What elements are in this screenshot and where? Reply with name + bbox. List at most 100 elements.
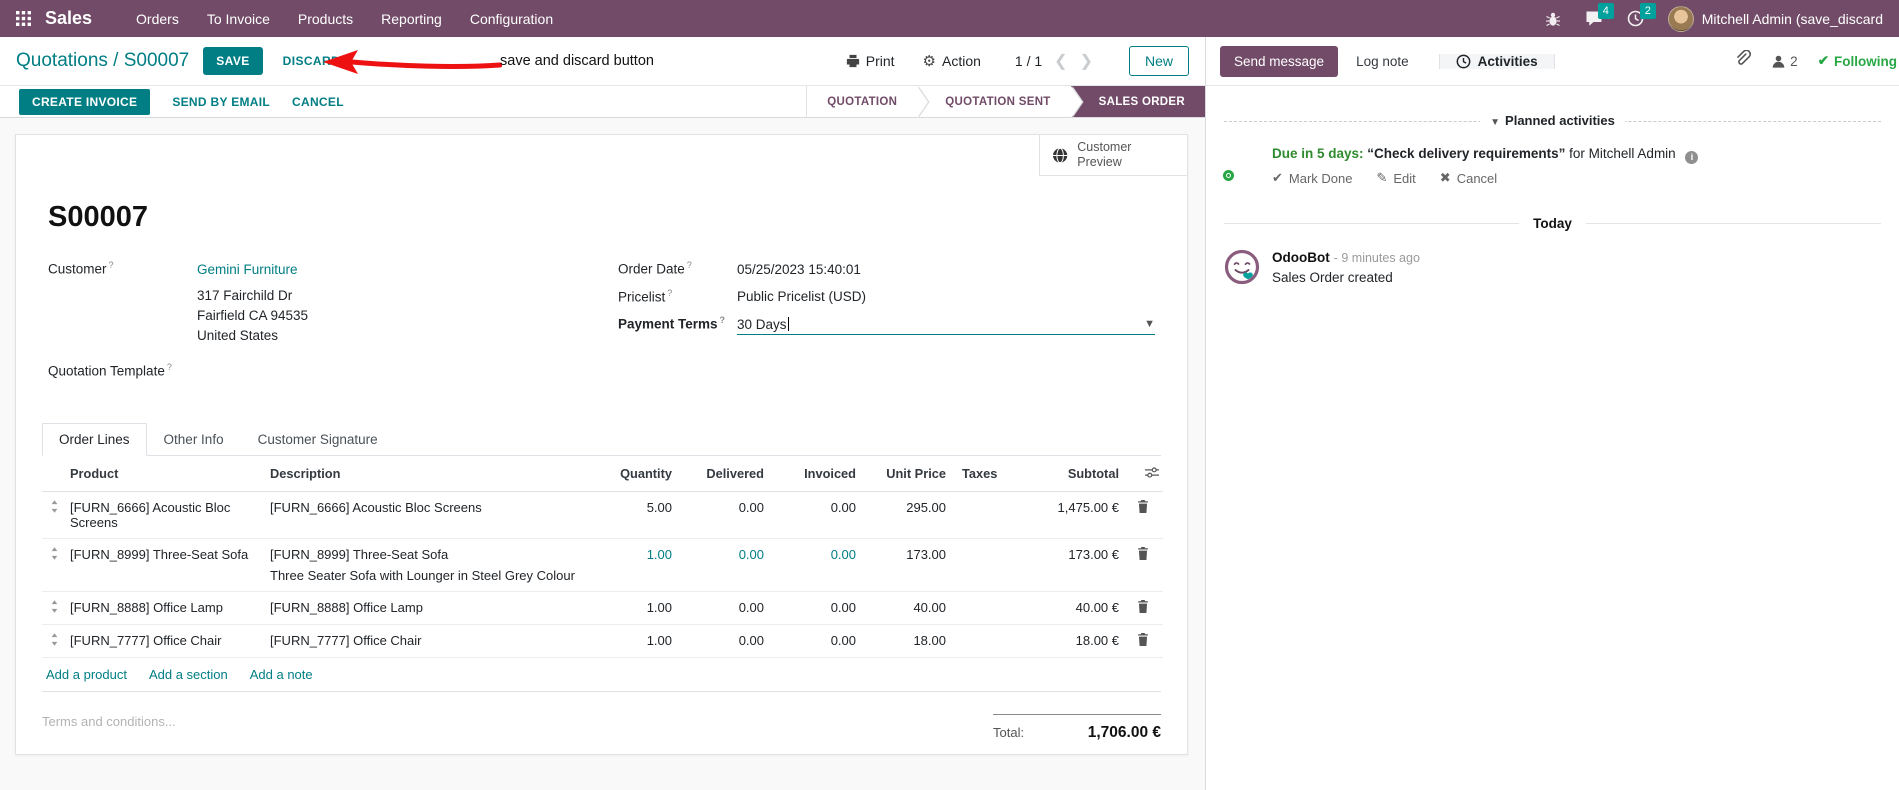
delete-row-icon[interactable] [1123, 591, 1163, 625]
info-icon[interactable]: i [1685, 151, 1699, 165]
cell-product[interactable]: [FURN_6666] Acoustic Bloc Screens [66, 491, 266, 539]
status-step-quotation[interactable]: QUOTATION [806, 86, 929, 118]
col-description[interactable]: Description [266, 456, 596, 492]
cell-quantity[interactable]: 1.00 [596, 538, 676, 592]
tab-customer-signature[interactable]: Customer Signature [241, 423, 395, 456]
following-button[interactable]: ✔ Following [1818, 53, 1897, 69]
cell-description[interactable]: [FURN_6666] Acoustic Bloc Screens [266, 491, 596, 539]
menu-products[interactable]: Products [284, 11, 367, 27]
cell-quantity[interactable]: 5.00 [596, 491, 676, 539]
cell-taxes[interactable] [950, 624, 1010, 658]
drag-handle-icon[interactable] [42, 491, 66, 539]
cancel-activity-button[interactable]: ✖ Cancel [1440, 170, 1497, 186]
cell-unit-price[interactable]: 173.00 [860, 538, 950, 592]
user-menu[interactable]: Mitchell Admin (save_discard [1667, 5, 1883, 32]
menu-reporting[interactable]: Reporting [367, 11, 456, 27]
cell-product[interactable]: [FURN_8888] Office Lamp [66, 591, 266, 625]
edit-activity-button[interactable]: ✎ Edit [1376, 170, 1415, 186]
messages-icon[interactable]: 4 [1585, 3, 1614, 27]
tab-order-lines[interactable]: Order Lines [42, 423, 147, 456]
send-message-button[interactable]: Send message [1220, 45, 1339, 77]
cell-taxes[interactable] [950, 591, 1010, 625]
col-subtotal[interactable]: Subtotal [1010, 456, 1123, 492]
col-unit-price[interactable]: Unit Price [860, 456, 950, 492]
debug-bug-icon[interactable] [1545, 11, 1561, 27]
cell-invoiced[interactable]: 0.00 [768, 491, 860, 539]
menu-configuration[interactable]: Configuration [456, 11, 567, 27]
cell-delivered[interactable]: 0.00 [676, 538, 768, 592]
table-row[interactable]: [FURN_8999] Three-Seat Sofa [FURN_8999] … [42, 538, 1163, 592]
new-button[interactable]: New [1128, 46, 1189, 76]
delete-row-icon[interactable] [1123, 624, 1163, 658]
record-name[interactable]: S00007 [48, 201, 1155, 234]
attach-files-button[interactable] [1734, 49, 1752, 72]
col-taxes[interactable]: Taxes [950, 456, 1010, 492]
cell-quantity[interactable]: 1.00 [596, 591, 676, 625]
cell-invoiced[interactable]: 0.00 [768, 591, 860, 625]
col-delivered[interactable]: Delivered [676, 456, 768, 492]
col-quantity[interactable]: Quantity [596, 456, 676, 492]
optional-columns-icon[interactable] [1145, 466, 1159, 482]
drag-handle-icon[interactable] [42, 591, 66, 625]
cell-invoiced[interactable]: 0.00 [768, 538, 860, 592]
delete-row-icon[interactable] [1123, 491, 1163, 539]
cell-invoiced[interactable]: 0.00 [768, 624, 860, 658]
status-step-sales-order[interactable]: SALES ORDER [1070, 86, 1205, 117]
cell-delivered[interactable]: 0.00 [676, 624, 768, 658]
pager-next-icon[interactable]: ❯ [1080, 51, 1093, 71]
drag-handle-icon[interactable] [42, 538, 66, 592]
cell-product[interactable]: [FURN_7777] Office Chair [66, 624, 266, 658]
add-a-note-link[interactable]: Add a note [250, 667, 313, 682]
table-row[interactable]: [FURN_8888] Office Lamp [FURN_8888] Offi… [42, 591, 1163, 625]
cell-delivered[interactable]: 0.00 [676, 591, 768, 625]
activities-clock-icon[interactable]: 2 [1627, 3, 1656, 27]
action-button[interactable]: ⚙ Action [923, 52, 981, 70]
cell-description[interactable]: [FURN_8888] Office Lamp [266, 591, 596, 625]
print-button[interactable]: Print [846, 53, 895, 69]
drag-handle-icon[interactable] [42, 624, 66, 658]
add-a-product-link[interactable]: Add a product [46, 667, 127, 682]
tab-other-info[interactable]: Other Info [147, 423, 241, 456]
message-author[interactable]: OdooBot [1272, 250, 1330, 265]
mark-done-button[interactable]: ✔ Mark Done [1272, 170, 1352, 186]
cell-description[interactable]: [FURN_8999] Three-Seat Sofa Three Seater … [266, 538, 596, 592]
menu-orders[interactable]: Orders [122, 11, 193, 27]
cell-taxes[interactable] [950, 538, 1010, 592]
table-row[interactable]: [FURN_7777] Office Chair [FURN_7777] Off… [42, 624, 1163, 658]
save-button[interactable]: SAVE [203, 47, 263, 75]
address-line-3: United States [197, 327, 279, 343]
pager-previous-icon[interactable]: ❮ [1054, 51, 1067, 71]
cell-product[interactable]: [FURN_8999] Three-Seat Sofa [66, 538, 266, 592]
log-note-button[interactable]: Log note [1342, 46, 1423, 77]
cell-delivered[interactable]: 0.00 [676, 491, 768, 539]
customer-preview-button[interactable]: Customer Preview [1039, 135, 1187, 176]
cancel-button[interactable]: CANCEL [292, 95, 344, 109]
cell-quantity[interactable]: 1.00 [596, 624, 676, 658]
pricelist-value[interactable]: Public Pricelist (USD) [737, 289, 866, 304]
menu-to-invoice[interactable]: To Invoice [193, 11, 284, 27]
chevron-down-icon[interactable]: ▼ [1144, 318, 1155, 330]
add-a-section-link[interactable]: Add a section [149, 667, 228, 682]
activities-tab[interactable]: Activities [1438, 53, 1555, 69]
app-name[interactable]: Sales [45, 8, 92, 29]
followers-button[interactable]: 2 [1771, 54, 1798, 69]
planned-activities-header[interactable]: ▼ Planned activities [1224, 112, 1881, 130]
customer-value[interactable]: Gemini Furniture [197, 262, 298, 277]
cell-taxes[interactable] [950, 491, 1010, 539]
cell-description[interactable]: [FURN_7777] Office Chair [266, 624, 596, 658]
create-invoice-button[interactable]: CREATE INVOICE [19, 88, 151, 115]
send-by-email-button[interactable]: SEND BY EMAIL [172, 95, 270, 109]
breadcrumb[interactable]: Quotations / S00007 [16, 50, 189, 72]
order-date-value[interactable]: 05/25/2023 15:40:01 [737, 262, 861, 277]
col-product[interactable]: Product [66, 456, 266, 492]
cell-unit-price[interactable]: 295.00 [860, 491, 950, 539]
terms-and-conditions-input[interactable]: Terms and conditions... [42, 714, 176, 729]
table-row[interactable]: [FURN_6666] Acoustic Bloc Screens [FURN_… [42, 491, 1163, 539]
col-invoiced[interactable]: Invoiced [768, 456, 860, 492]
status-step-quotation-sent[interactable]: QUOTATION SENT [917, 86, 1083, 118]
cell-unit-price[interactable]: 18.00 [860, 624, 950, 658]
payment-terms-input[interactable]: 30 Days ▼ [737, 317, 1155, 335]
apps-grid-icon[interactable] [16, 11, 31, 26]
delete-row-icon[interactable] [1123, 538, 1163, 592]
cell-unit-price[interactable]: 40.00 [860, 591, 950, 625]
